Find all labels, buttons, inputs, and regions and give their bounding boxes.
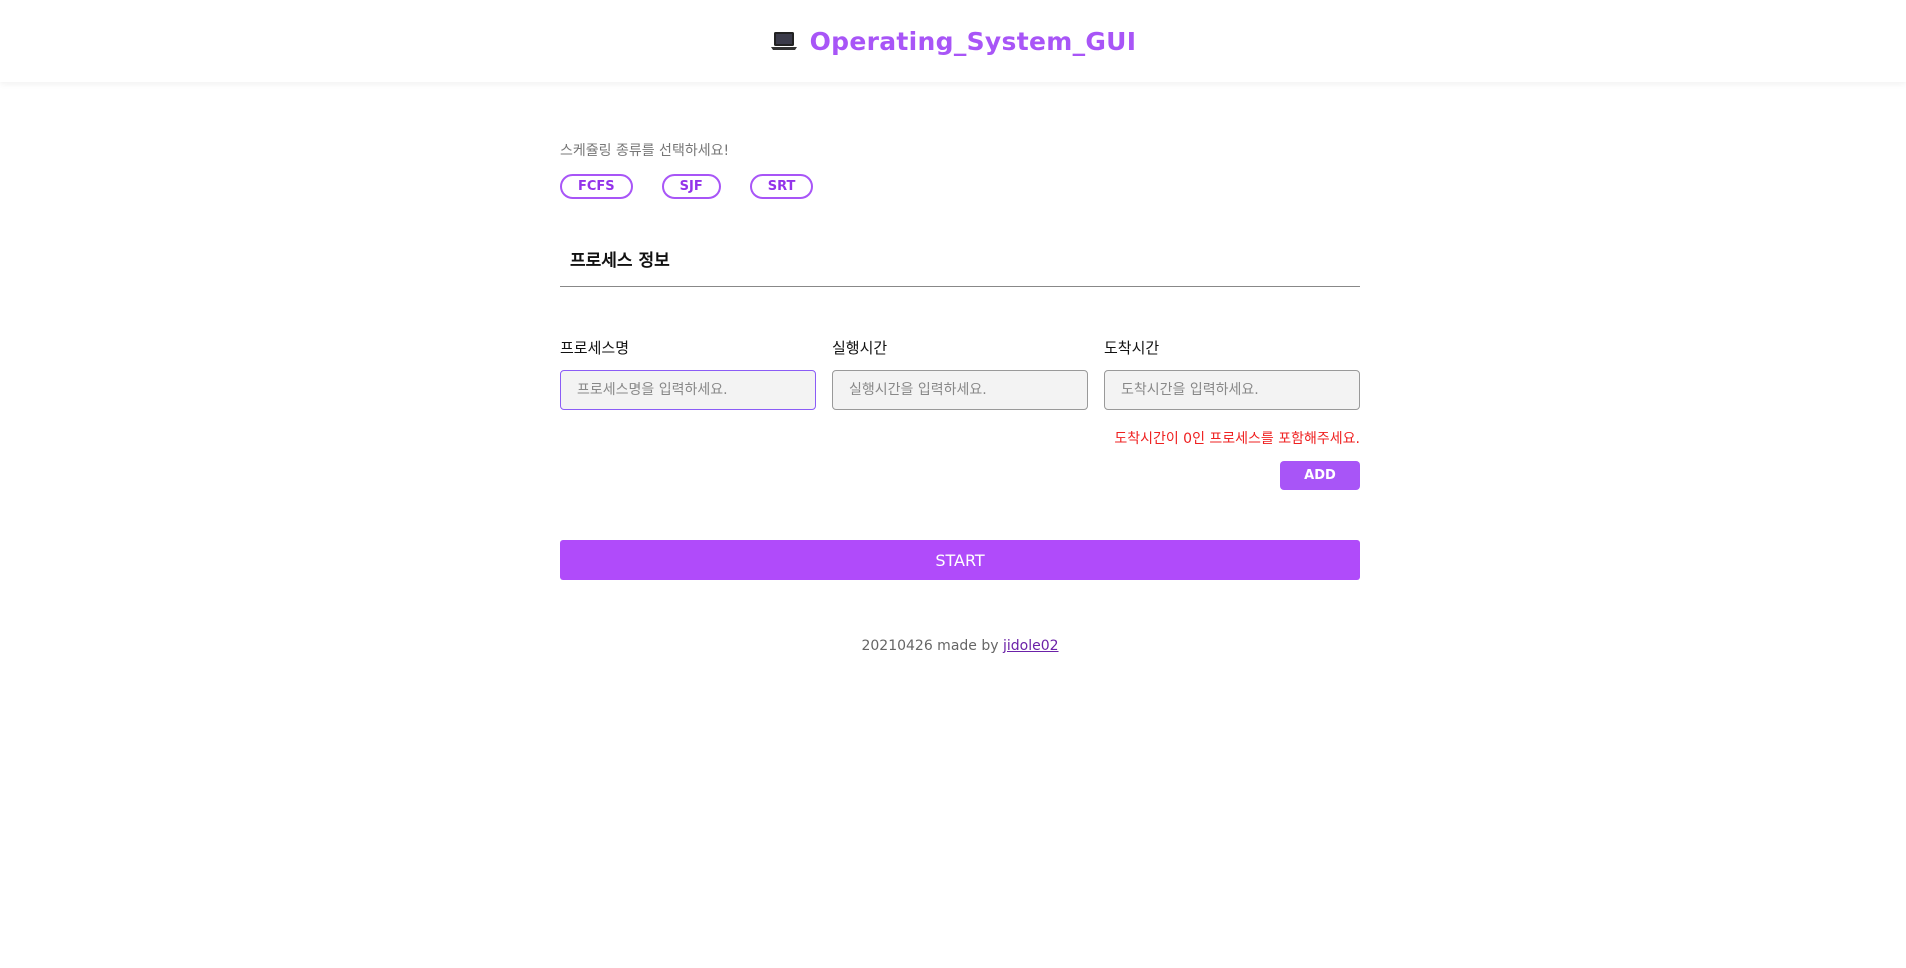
arrival-time-input[interactable] (1104, 370, 1360, 410)
scheduling-options: FCFS SJF SRT (560, 174, 1360, 199)
add-row: ADD (560, 461, 1360, 490)
app-title: Operating_System_GUI (809, 26, 1137, 56)
burst-time-field-group: 실행시간 (832, 338, 1088, 410)
footer-text: 20210426 made by (861, 638, 999, 654)
process-info-title: 프로세스 정보 (570, 251, 670, 271)
warning-message: 도착시간이 0인 프로세스를 포함해주세요. (1114, 431, 1360, 447)
burst-time-input[interactable] (832, 370, 1088, 410)
laptop-icon (770, 32, 797, 50)
burst-time-label: 실행시간 (832, 339, 888, 357)
process-form: 프로세스명 실행시간 도착시간 (560, 338, 1360, 410)
arrival-time-field-group: 도착시간 (1104, 338, 1360, 410)
author-link[interactable]: jidole02 (1003, 638, 1059, 654)
scheduling-prompt: 스케쥴링 종류를 선택하세요! (560, 143, 730, 159)
srt-button[interactable]: SRT (749, 174, 814, 199)
fcfs-button[interactable]: FCFS (560, 174, 633, 199)
brand: Operating_System_GUI (770, 27, 1137, 56)
footer: 20210426 made by jidole02 (560, 638, 1360, 654)
process-name-label: 프로세스명 (560, 339, 630, 357)
start-button[interactable]: START (560, 540, 1360, 580)
process-name-field-group: 프로세스명 (560, 338, 816, 410)
section-divider (560, 286, 1360, 287)
arrival-time-label: 도착시간 (1104, 339, 1160, 357)
main-content: 스케쥴링 종류를 선택하세요! FCFS SJF SRT 프로세스 정보 프로세… (560, 82, 1360, 654)
sjf-button[interactable]: SJF (661, 174, 721, 199)
process-name-input[interactable] (560, 370, 816, 410)
add-button[interactable]: ADD (1280, 461, 1360, 490)
app-header: Operating_System_GUI (0, 0, 1906, 82)
